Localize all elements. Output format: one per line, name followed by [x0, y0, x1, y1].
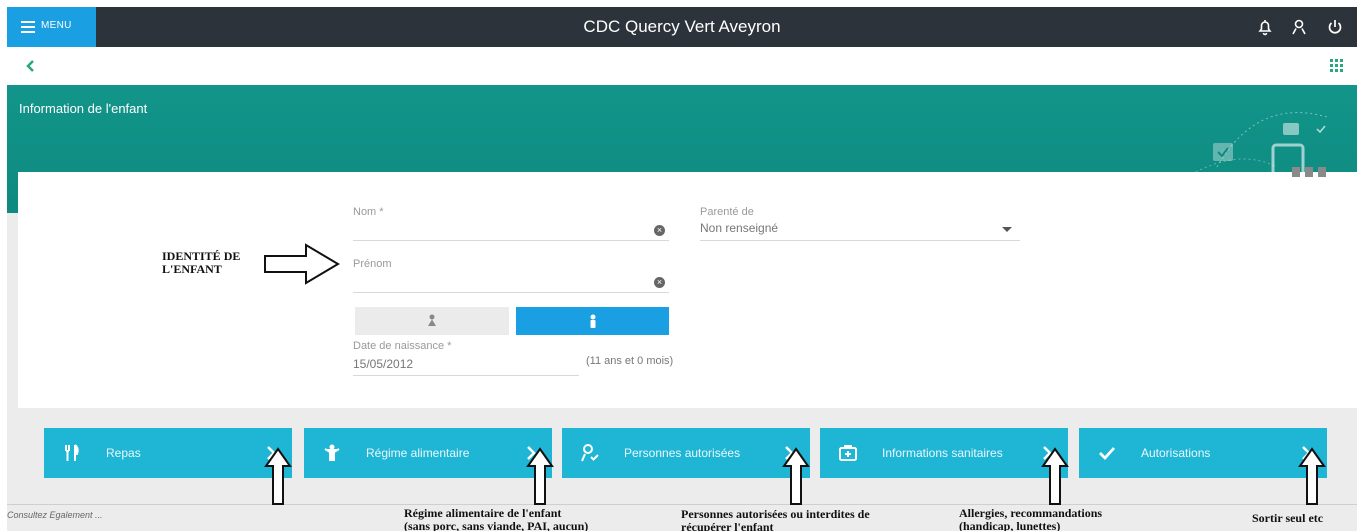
tile-informations-sanitaires[interactable]: Informations sanitaires — [820, 428, 1068, 478]
identity-form-card — [18, 172, 1357, 408]
annotation-personnes-line2: récupérer l'enfant — [681, 520, 774, 531]
parente-select[interactable]: Non renseigné — [700, 221, 778, 235]
user-icon[interactable] — [1289, 17, 1309, 37]
checkmark-icon — [1097, 443, 1117, 463]
dob-label: Date de naissance * — [353, 340, 452, 352]
navigation-bar — [7, 47, 1357, 85]
annotation-regime-line2: (sans porc, sans viande, PAI, aucun) — [404, 519, 589, 531]
dob-underline — [353, 375, 579, 376]
chevron-down-icon[interactable] — [1002, 227, 1012, 232]
stack-icon — [1290, 165, 1328, 179]
annotation-identite: IDENTITÉ DE L'ENFANT — [162, 250, 240, 276]
age-text: (11 ans et 0 mois) — [586, 355, 674, 367]
annotation-personnes: Personnes autorisées ou interdites de ré… — [681, 508, 870, 531]
bell-icon[interactable] — [1255, 17, 1275, 37]
annotation-identite-line2: L'ENFANT — [162, 262, 222, 276]
prenom-input[interactable] — [353, 274, 643, 290]
up-arrow-annotation-icon — [1298, 446, 1326, 508]
annotation-sortir: Sortir seul etc — [1252, 511, 1324, 525]
tile-autorisations-label: Autorisations — [1141, 446, 1211, 460]
tile-regime-alimentaire[interactable]: Régime alimentaire — [304, 428, 552, 478]
top-bar: MENU CDC Quercy Vert Aveyron — [7, 7, 1357, 47]
parente-underline — [700, 240, 1020, 241]
nom-label: Nom * — [353, 206, 384, 218]
person-check-icon — [580, 443, 600, 463]
child-icon — [322, 443, 342, 463]
clear-prenom-icon[interactable]: × — [654, 277, 665, 288]
footer-divider — [7, 504, 1357, 505]
page-title: Information de l'enfant — [19, 101, 148, 116]
tile-personnes-autorisees[interactable]: Personnes autorisées — [562, 428, 810, 478]
up-arrow-annotation-icon — [526, 446, 554, 508]
back-chevron-icon[interactable] — [25, 59, 37, 73]
girl-icon — [428, 314, 436, 326]
right-arrow-annotation-icon — [262, 242, 342, 286]
tile-regime-label: Régime alimentaire — [366, 446, 470, 460]
consultez-egalement-link[interactable]: Consultez Egalement ... — [7, 510, 103, 520]
boy-icon — [590, 314, 596, 328]
nom-input[interactable] — [353, 222, 643, 238]
tile-sanitaires-label: Informations sanitaires — [882, 446, 1003, 460]
annotation-regime: Régime alimentaire de l'enfant (sans por… — [404, 507, 588, 531]
clear-nom-icon[interactable]: × — [654, 225, 665, 236]
tile-autorisations[interactable]: Autorisations — [1079, 428, 1327, 478]
gender-boy-button[interactable] — [516, 307, 669, 335]
power-icon[interactable] — [1325, 17, 1345, 37]
prenom-label: Prénom — [353, 258, 392, 270]
dob-input[interactable]: 15/05/2012 — [353, 357, 413, 371]
prenom-underline — [353, 292, 669, 293]
first-aid-kit-icon — [838, 443, 858, 463]
nom-underline — [353, 240, 669, 241]
fork-knife-icon — [62, 443, 82, 463]
gender-girl-button[interactable] — [355, 307, 509, 335]
tile-repas[interactable]: Repas — [44, 428, 292, 478]
up-arrow-annotation-icon — [264, 446, 292, 508]
up-arrow-annotation-icon — [1041, 446, 1069, 508]
up-arrow-annotation-icon — [782, 446, 810, 508]
app-title: CDC Quercy Vert Aveyron — [583, 17, 781, 36]
parente-label: Parenté de — [700, 206, 754, 218]
tile-personnes-label: Personnes autorisées — [624, 446, 741, 460]
annotation-allergies-line2: (handicap, lunettes) — [959, 519, 1061, 531]
apps-grid-icon[interactable] — [1330, 59, 1343, 72]
tile-repas-label: Repas — [106, 446, 141, 460]
annotation-allergies: Allergies, recommandations (handicap, lu… — [959, 507, 1102, 531]
